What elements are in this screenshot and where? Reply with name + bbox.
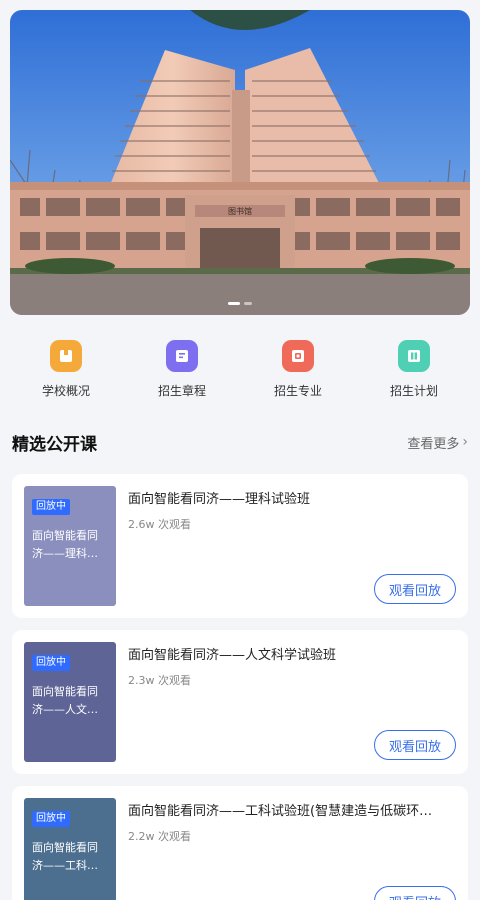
nav-label: 招生章程 (157, 384, 206, 398)
admission-majors-icon (282, 340, 314, 372)
course-card[interactable]: 回放中 面向智能看同济——理科… 面向智能看同济——理科试验班 2.6w 次观看… (12, 474, 468, 618)
chevron-right-icon: › (462, 434, 468, 450)
section-header: 精选公开课 查看更多 › (12, 428, 468, 456)
nav-admission-majors[interactable]: 招生专业 (243, 340, 353, 410)
course-thumbnail: 回放中 面向智能看同济——理科… (24, 486, 116, 606)
school-overview-icon (50, 340, 82, 372)
building-sign-text: 图书馆 (228, 206, 252, 216)
course-title: 面向智能看同济——工科试验班(智慧建造与低碳环… (128, 804, 433, 819)
view-count: 2.2w 次观看 (128, 830, 191, 843)
status-badge: 回放中 (32, 655, 70, 671)
watch-replay-button[interactable]: 观看回放 (374, 574, 456, 604)
course-title: 面向智能看同济——理科试验班 (128, 492, 311, 507)
status-badge: 回放中 (32, 811, 70, 827)
view-more-label: 查看更多 (407, 436, 460, 452)
thumbnail-caption: 面向智能看同济——理科… (32, 529, 98, 560)
view-count: 2.3w 次观看 (128, 674, 191, 687)
admission-plan-icon (398, 340, 430, 372)
section-title: 精选公开课 (12, 434, 97, 455)
view-more-link[interactable]: 查看更多 › (407, 433, 468, 452)
view-count: 2.6w 次观看 (128, 518, 191, 531)
course-thumbnail: 回放中 面向智能看同济——人文… (24, 642, 116, 762)
watch-replay-button[interactable]: 观看回放 (374, 886, 456, 900)
nav-school-overview[interactable]: 学校概况 (11, 340, 121, 410)
nav-label: 招生计划 (389, 384, 438, 398)
nav-admission-plan[interactable]: 招生计划 (359, 340, 469, 410)
carousel-dot[interactable] (244, 302, 252, 305)
quick-nav: 学校概况 招生章程 招生专业 招生计划 (0, 340, 480, 410)
course-card[interactable]: 回放中 面向智能看同济——工科… 面向智能看同济——工科试验班(智慧建造与低碳环… (12, 786, 468, 900)
nav-admission-rules[interactable]: 招生章程 (127, 340, 237, 410)
course-card[interactable]: 回放中 面向智能看同济——人文… 面向智能看同济——人文科学试验班 2.3w 次… (12, 630, 468, 774)
nav-label: 招生专业 (273, 384, 322, 398)
course-thumbnail: 回放中 面向智能看同济——工科… (24, 798, 116, 900)
thumbnail-caption: 面向智能看同济——工科… (32, 841, 98, 872)
hero-banner[interactable]: 图书馆 (10, 10, 470, 315)
carousel-indicator (228, 302, 252, 305)
course-title: 面向智能看同济——人文科学试验班 (128, 648, 337, 663)
watch-replay-button[interactable]: 观看回放 (374, 730, 456, 760)
campus-building-photo: 图书馆 (10, 10, 470, 315)
status-badge: 回放中 (32, 499, 70, 515)
carousel-dot[interactable] (228, 302, 240, 305)
thumbnail-caption: 面向智能看同济——人文… (32, 685, 98, 716)
admission-rules-icon (166, 340, 198, 372)
nav-label: 学校概况 (41, 384, 90, 398)
